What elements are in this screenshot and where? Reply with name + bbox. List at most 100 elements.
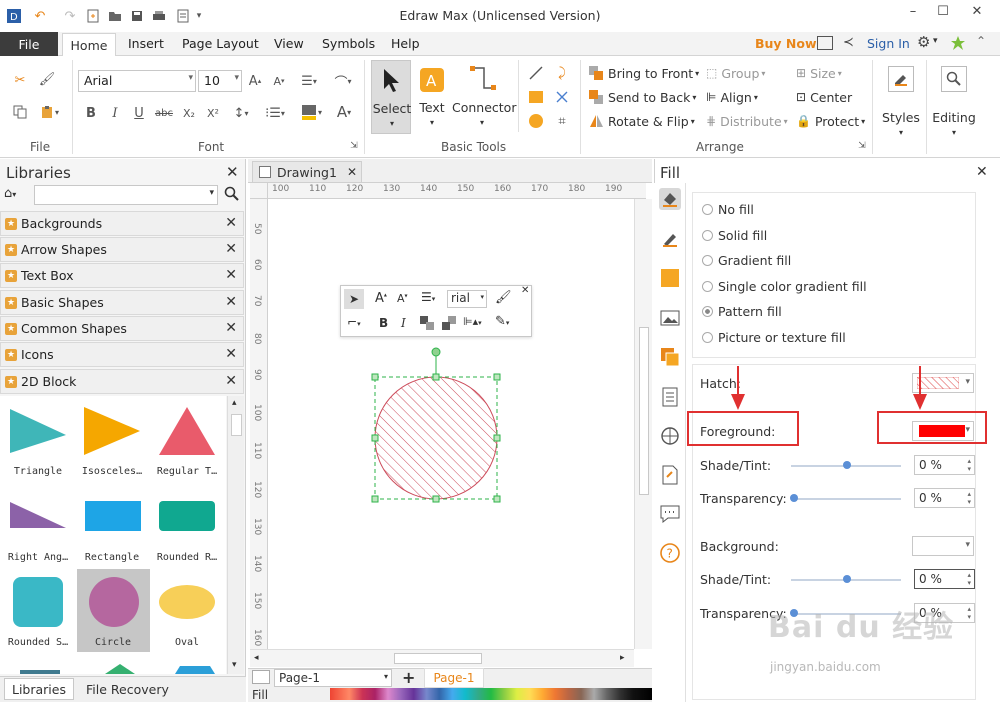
add-page-icon[interactable]: + xyxy=(402,668,415,687)
radio-button[interactable] xyxy=(702,204,713,215)
format-painter-icon[interactable]: 🖌 xyxy=(38,70,56,88)
shape-rectangle[interactable] xyxy=(84,500,142,532)
close-icon[interactable]: ✕ xyxy=(225,320,237,336)
fill-tab-icon[interactable] xyxy=(659,188,681,210)
shape-rounded-square[interactable] xyxy=(12,576,64,628)
mini-align-icon[interactable]: ☰▾ xyxy=(421,290,435,304)
font-size-select[interactable]: 10 ▾ xyxy=(198,70,242,92)
collapse-ribbon-icon[interactable]: ⌃ xyxy=(976,34,986,48)
font-dialog-launcher-icon[interactable]: ⇲ xyxy=(348,140,360,152)
center-button[interactable]: ⊡ Center xyxy=(796,88,852,106)
radio-single-color-gradient-fill[interactable]: Single color gradient fill xyxy=(702,279,867,294)
scroll-up-icon[interactable]: ▴ xyxy=(232,398,237,408)
strikethrough-icon[interactable]: abc xyxy=(154,104,174,122)
library-item-arrow-shapes[interactable]: ★ Arrow Shapes ✕ xyxy=(0,237,244,262)
align-button[interactable]: ⊫ Align ▾ xyxy=(706,88,758,106)
cut-icon[interactable]: ✂ xyxy=(10,72,30,88)
protect-button[interactable]: 🔒 Protect ▾ xyxy=(796,112,865,130)
canvas-vertical-scrollbar[interactable] xyxy=(634,199,652,649)
close-button[interactable]: ✕ xyxy=(962,4,992,24)
page-tab-page1[interactable]: Page-1 xyxy=(424,668,484,688)
radio-button[interactable] xyxy=(702,332,713,343)
data-tab-icon[interactable] xyxy=(659,386,681,408)
text-tool-button[interactable]: A Text ▾ xyxy=(414,62,450,132)
shade-tint-spinner[interactable]: 0 % ▴ ▾ xyxy=(914,455,975,475)
mini-distribute-icon[interactable]: ⊫▴▾ xyxy=(463,315,482,328)
mini-font-select[interactable]: rial ▾ xyxy=(447,290,487,308)
library-scrollbar[interactable]: ▴ ▾ xyxy=(227,396,244,674)
sign-in-link[interactable]: Sign In xyxy=(867,36,910,51)
rotate-flip-button[interactable]: Rotate & Flip ▾ xyxy=(588,112,695,130)
mini-edit-icon[interactable]: ✎▾ xyxy=(495,314,509,329)
tab-view[interactable]: View xyxy=(274,36,304,51)
crop-tool-icon[interactable]: ⌗ xyxy=(552,112,572,130)
font-color-icon[interactable]: A ▾ xyxy=(332,102,356,122)
superscript-icon[interactable]: X² xyxy=(204,104,222,122)
page-select[interactable]: Page-1 ▾ xyxy=(274,669,392,687)
mini-connector-icon[interactable]: ⌐▾ xyxy=(347,315,361,329)
decrement-icon[interactable]: ▾ xyxy=(967,613,971,621)
scroll-down-icon[interactable]: ▾ xyxy=(232,660,237,670)
ellipse-tool-icon[interactable] xyxy=(526,112,546,130)
tab-home[interactable]: Home xyxy=(62,33,116,57)
shape-triangle[interactable] xyxy=(8,405,68,457)
scroll-thumb[interactable] xyxy=(231,414,242,436)
radio-no-fill[interactable]: No fill xyxy=(702,202,754,217)
cart-icon[interactable] xyxy=(817,36,833,50)
bring-to-front-button[interactable]: Bring to Front ▾ xyxy=(588,64,699,82)
tab-symbols[interactable]: Symbols xyxy=(322,36,375,51)
tab-file-recovery[interactable]: File Recovery xyxy=(86,682,169,697)
search-icon[interactable] xyxy=(224,186,242,204)
text-curve-icon[interactable]: ⌒ ▾ xyxy=(330,72,356,91)
library-home-icon[interactable]: ⌂▾ xyxy=(4,186,30,204)
highlight-color-icon[interactable]: ▾ xyxy=(296,102,326,122)
arc-tool-icon[interactable]: ⤸ xyxy=(552,64,572,82)
library-item-2d-block[interactable]: ★ 2D Block ✕ xyxy=(0,369,244,394)
mini-italic-icon[interactable]: I xyxy=(401,316,406,330)
tab-insert[interactable]: Insert xyxy=(128,36,164,51)
editing-button[interactable]: Editing ▾ xyxy=(930,62,978,142)
radio-solid-fill[interactable]: Solid fill xyxy=(702,228,767,243)
close-libraries-icon[interactable]: ✕ xyxy=(226,163,239,181)
arrange-dialog-launcher-icon[interactable]: ⇲ xyxy=(856,140,868,152)
scroll-right-icon[interactable]: ▸ xyxy=(620,653,625,663)
bg-shade-tint-spinner[interactable]: 0 % ▴ ▾ xyxy=(914,569,975,589)
close-fill-panel-icon[interactable]: ✕ xyxy=(976,164,988,180)
library-search-input[interactable]: ▾ xyxy=(34,185,218,205)
scroll-thumb[interactable] xyxy=(394,653,482,664)
transparency-slider-handle[interactable] xyxy=(790,494,798,502)
increment-icon[interactable]: ▴ xyxy=(967,605,971,613)
increment-icon[interactable]: ▴ xyxy=(967,571,971,579)
font-family-select[interactable]: Arial ▾ xyxy=(78,70,196,92)
copy-icon[interactable] xyxy=(10,104,30,120)
share-icon[interactable]: ≺ xyxy=(843,35,854,50)
decrement-icon[interactable]: ▾ xyxy=(967,465,971,473)
library-item-text-box[interactable]: ★ Text Box ✕ xyxy=(0,263,244,288)
shape-isosceles[interactable] xyxy=(82,405,142,457)
mini-bold-icon[interactable]: B xyxy=(379,316,388,330)
library-item-backgrounds[interactable]: ★ Backgrounds ✕ xyxy=(0,211,244,236)
comment-tab-icon[interactable] xyxy=(659,503,681,525)
increment-icon[interactable]: ▴ xyxy=(967,490,971,498)
styles-button[interactable]: Styles ▾ xyxy=(878,62,924,142)
library-item-icons[interactable]: ★ Icons ✕ xyxy=(0,342,244,367)
layer-tab-icon[interactable] xyxy=(659,346,681,368)
decrement-icon[interactable]: ▾ xyxy=(967,579,971,587)
tab-page-layout[interactable]: Page Layout xyxy=(182,36,259,51)
line-tool-icon[interactable] xyxy=(526,64,546,82)
scroll-left-icon[interactable]: ◂ xyxy=(254,653,259,663)
shape-oval[interactable] xyxy=(158,584,216,620)
canvas-horizontal-scrollbar[interactable]: ◂ ▸ xyxy=(250,649,634,667)
selected-shape[interactable] xyxy=(368,345,506,507)
mini-close-icon[interactable]: ✕ xyxy=(521,285,529,296)
help-tab-icon[interactable]: ? xyxy=(659,542,681,564)
shape-regular-triangle[interactable] xyxy=(157,405,217,457)
mini-group-icon[interactable] xyxy=(419,315,435,331)
shadow-tab-icon[interactable] xyxy=(659,267,681,289)
theme-icon[interactable] xyxy=(950,35,966,51)
line-style-tab-icon[interactable] xyxy=(659,228,681,250)
group-button[interactable]: ⬚ Group ▾ xyxy=(706,64,765,82)
radio-button[interactable] xyxy=(702,230,713,241)
shrink-font-icon[interactable]: A ▾ xyxy=(270,72,288,90)
bg-shade-tint-slider-handle[interactable] xyxy=(843,575,851,583)
